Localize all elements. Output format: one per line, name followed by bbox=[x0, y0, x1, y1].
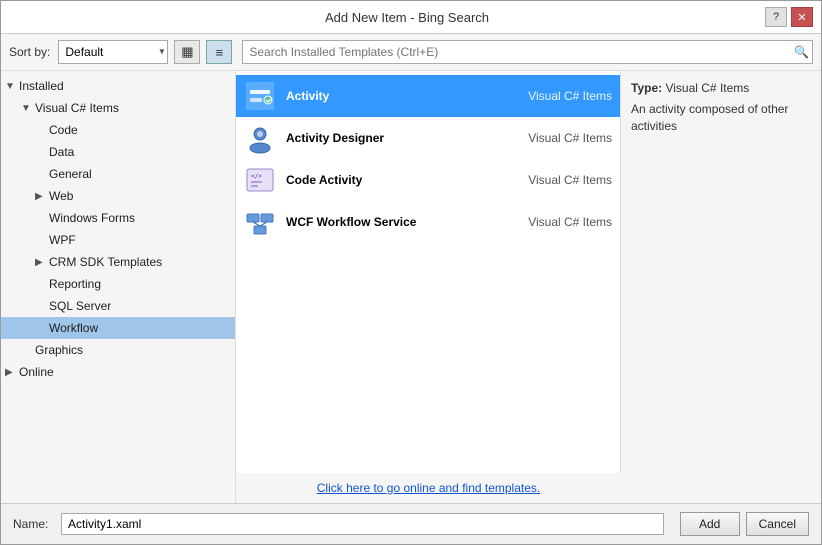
sidebar-item-label: CRM SDK Templates bbox=[49, 255, 162, 269]
list-item-category: Visual C# Items bbox=[512, 131, 612, 145]
search-wrap: 🔍 bbox=[242, 40, 813, 64]
sidebar-item-code[interactable]: Code bbox=[1, 119, 235, 141]
list-view-icon: ≡ bbox=[216, 45, 224, 60]
sort-select[interactable]: Default bbox=[58, 40, 168, 64]
sidebar: ▼ Installed ▼ Visual C# Items Code bbox=[1, 71, 236, 503]
activity-icon bbox=[244, 80, 276, 112]
code-activity-icon: </> bbox=[244, 164, 276, 196]
sidebar-item-label: SQL Server bbox=[49, 299, 111, 313]
search-icon: 🔍 bbox=[794, 45, 809, 59]
sidebar-item-installed[interactable]: ▼ Installed bbox=[1, 75, 235, 97]
view-grid-button[interactable]: ▦ bbox=[174, 40, 200, 64]
expand-icon: ▼ bbox=[5, 81, 19, 92]
item-list: Activity Visual C# Items Activity Design… bbox=[236, 71, 621, 473]
sidebar-item-label: Reporting bbox=[49, 277, 101, 291]
grid-view-icon: ▦ bbox=[181, 44, 193, 60]
sidebar-item-reporting[interactable]: Reporting bbox=[1, 273, 235, 295]
title-buttons: ? ✕ bbox=[765, 7, 813, 27]
sidebar-item-sql-server[interactable]: SQL Server bbox=[1, 295, 235, 317]
info-description: An activity composed of other activities bbox=[631, 101, 811, 135]
sidebar-item-online[interactable]: ▶ Online bbox=[1, 361, 235, 383]
sidebar-item-label: Installed bbox=[19, 79, 64, 93]
type-value: Visual C# Items bbox=[665, 81, 749, 95]
sidebar-item-workflow[interactable]: Workflow bbox=[1, 317, 235, 339]
sidebar-item-web[interactable]: ▶ Web bbox=[1, 185, 235, 207]
view-list-button[interactable]: ≡ bbox=[206, 40, 232, 64]
bottom-bar: Name: Add Cancel bbox=[1, 503, 821, 544]
sidebar-item-label: General bbox=[49, 167, 92, 181]
expand-icon: ▶ bbox=[35, 257, 49, 268]
sidebar-item-label: Online bbox=[19, 365, 54, 379]
list-item-activity-designer[interactable]: Activity Designer Visual C# Items bbox=[236, 117, 620, 159]
sidebar-item-label: Workflow bbox=[49, 321, 98, 335]
wcf-workflow-icon bbox=[244, 206, 276, 238]
sidebar-item-wpf[interactable]: WPF bbox=[1, 229, 235, 251]
sidebar-item-label: WPF bbox=[49, 233, 76, 247]
list-item-code-activity[interactable]: </> Code Activity Visual C# Items bbox=[236, 159, 620, 201]
type-label: Type: bbox=[631, 81, 662, 95]
sidebar-item-visual-cs[interactable]: ▼ Visual C# Items bbox=[1, 97, 235, 119]
expand-icon: ▼ bbox=[21, 103, 35, 114]
list-item-category: Visual C# Items bbox=[512, 173, 612, 187]
dialog-title: Add New Item - Bing Search bbox=[49, 10, 765, 25]
list-item-name: Activity Designer bbox=[286, 131, 502, 145]
sidebar-item-windows-forms[interactable]: Windows Forms bbox=[1, 207, 235, 229]
item-list-container: Activity Visual C# Items Activity Design… bbox=[236, 71, 621, 503]
search-input[interactable] bbox=[242, 40, 813, 64]
sidebar-item-graphics[interactable]: Graphics bbox=[1, 339, 235, 361]
list-item-name: Activity bbox=[286, 89, 502, 103]
svg-text:</>: </> bbox=[251, 173, 262, 180]
sidebar-item-data[interactable]: Data bbox=[1, 141, 235, 163]
sidebar-item-label: Graphics bbox=[35, 343, 83, 357]
add-button[interactable]: Add bbox=[680, 512, 740, 536]
sort-label: Sort by: bbox=[9, 45, 50, 59]
activity-designer-icon bbox=[244, 122, 276, 154]
footer-buttons: Add Cancel bbox=[680, 512, 809, 536]
list-item-category: Visual C# Items bbox=[512, 215, 612, 229]
info-type-row: Type: Visual C# Items bbox=[631, 81, 811, 95]
main-content: ▼ Installed ▼ Visual C# Items Code bbox=[1, 71, 821, 503]
sidebar-item-label: Windows Forms bbox=[49, 211, 135, 225]
online-link[interactable]: Click here to go online and find templat… bbox=[236, 473, 621, 503]
expand-icon: ▶ bbox=[35, 191, 49, 202]
expand-icon: ▶ bbox=[5, 367, 19, 378]
cancel-button[interactable]: Cancel bbox=[746, 512, 809, 536]
sidebar-item-label: Data bbox=[49, 145, 74, 159]
dialog: Add New Item - Bing Search ? ✕ Sort by: … bbox=[0, 0, 822, 545]
list-item-activity[interactable]: Activity Visual C# Items bbox=[236, 75, 620, 117]
sidebar-item-crm-sdk[interactable]: ▶ CRM SDK Templates bbox=[1, 251, 235, 273]
name-label: Name: bbox=[13, 517, 53, 531]
title-bar: Add New Item - Bing Search ? ✕ bbox=[1, 1, 821, 34]
name-input[interactable] bbox=[61, 513, 664, 535]
close-button[interactable]: ✕ bbox=[791, 7, 813, 27]
toolbar: Sort by: Default ▦ ≡ 🔍 bbox=[1, 34, 821, 71]
sidebar-item-label: Code bbox=[49, 123, 78, 137]
sidebar-item-label: Visual C# Items bbox=[35, 101, 119, 115]
info-panel: Type: Visual C# Items An activity compos… bbox=[621, 71, 821, 503]
list-item-wcf-workflow[interactable]: WCF Workflow Service Visual C# Items bbox=[236, 201, 620, 243]
list-item-name: WCF Workflow Service bbox=[286, 215, 502, 229]
help-button[interactable]: ? bbox=[765, 7, 787, 27]
list-item-name: Code Activity bbox=[286, 173, 502, 187]
sidebar-item-general[interactable]: General bbox=[1, 163, 235, 185]
list-item-category: Visual C# Items bbox=[512, 89, 612, 103]
sort-select-wrap: Default bbox=[58, 40, 168, 64]
sidebar-item-label: Web bbox=[49, 189, 73, 203]
